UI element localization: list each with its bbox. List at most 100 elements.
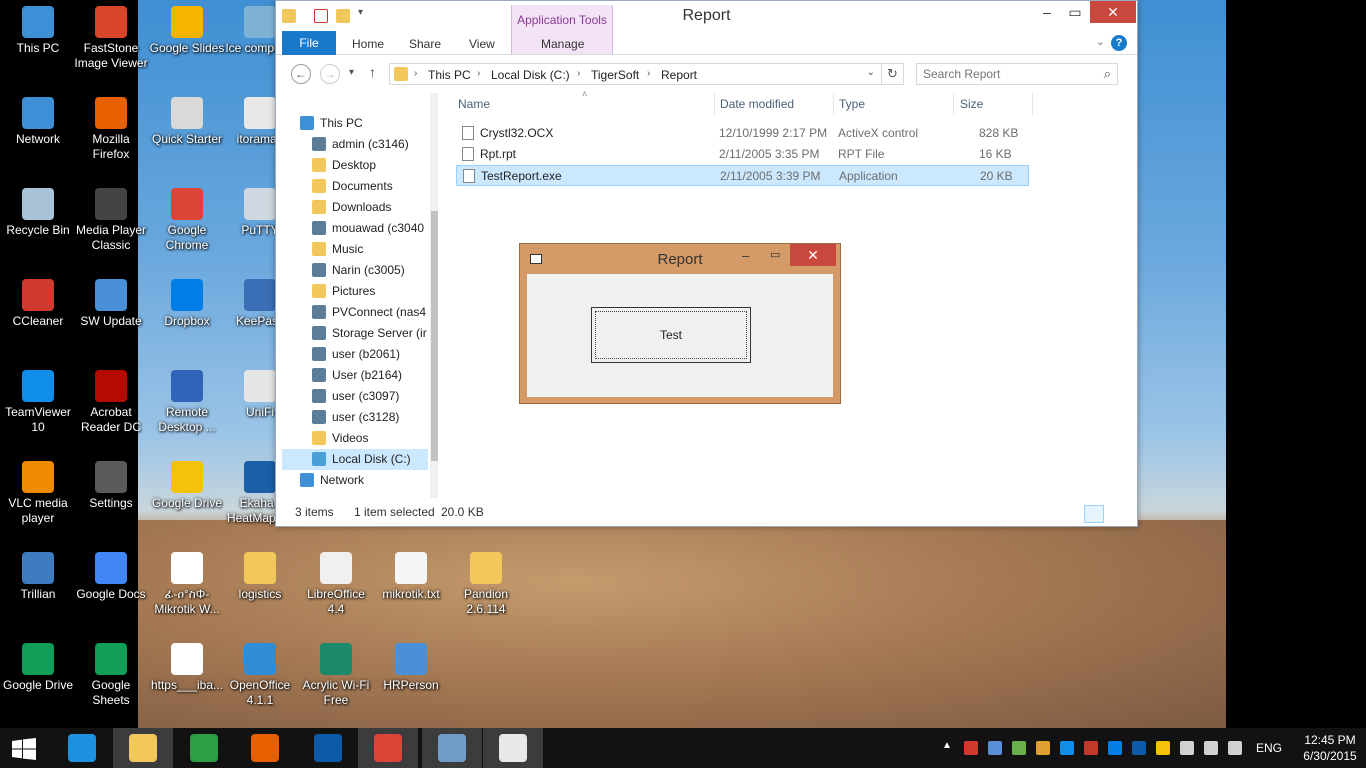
tab-manage[interactable]: Manage <box>541 37 584 51</box>
volume-icon[interactable] <box>1204 741 1218 755</box>
desktop-icon[interactable]: Mozilla Firefox <box>73 97 149 162</box>
help-icon[interactable]: ? <box>1111 35 1127 51</box>
column-header-size[interactable]: Size <box>960 97 983 111</box>
breadcrumb-tigersoft[interactable]: TigerSoft <box>591 68 639 82</box>
nav-item[interactable]: User (b2164) <box>282 365 428 386</box>
desktop-icon[interactable]: https___iba... <box>149 643 225 693</box>
address-dropdown-icon[interactable]: ⌄ <box>867 67 875 78</box>
chevron-right-icon[interactable]: › <box>477 68 480 79</box>
tab-share[interactable]: Share <box>409 37 441 51</box>
breadcrumb-this-pc[interactable]: This PC <box>428 68 471 82</box>
column-divider[interactable] <box>714 93 715 115</box>
nav-item[interactable]: Documents <box>282 176 428 197</box>
column-divider[interactable] <box>833 93 834 115</box>
wifi-icon[interactable] <box>1228 741 1242 755</box>
desktop-icon[interactable]: Settings <box>73 461 149 511</box>
test-button[interactable]: Test <box>591 307 751 363</box>
desktop-icon[interactable]: ፊ-ዐ°ስΦ-Mikrotik W... <box>149 552 225 617</box>
network-tray-icon[interactable] <box>988 741 1002 755</box>
taskbar-internet-explorer[interactable] <box>52 728 112 768</box>
acrobat-tray-icon[interactable] <box>964 741 978 755</box>
search-input[interactable] <box>923 67 1093 81</box>
desktop-icon[interactable]: Network <box>0 97 76 147</box>
forward-button[interactable]: → <box>320 64 340 84</box>
desktop-icon[interactable]: Quick Starter <box>149 97 225 147</box>
desktop-icon[interactable]: logistics <box>222 552 298 602</box>
search-icon[interactable]: ⌕ <box>1104 66 1111 82</box>
desktop-icon[interactable]: mikrotik.txt <box>373 552 449 602</box>
explorer-titlebar[interactable]: ▾ Application Tools Report – ▭ ✕ <box>276 1 1137 55</box>
column-divider[interactable] <box>953 93 954 115</box>
tab-view[interactable]: View <box>469 37 495 51</box>
up-button[interactable]: ↑ <box>369 64 376 80</box>
nav-item[interactable]: Downloads <box>282 197 428 218</box>
taskbar-firefox[interactable] <box>235 728 295 768</box>
desktop-icon[interactable]: Recycle Bin <box>0 188 76 238</box>
report-window[interactable]: Report – ▭ ✕ Test <box>519 243 841 404</box>
breadcrumb-report[interactable]: Report <box>661 68 697 82</box>
large-icons-view-button[interactable] <box>1107 505 1127 523</box>
column-header-type[interactable]: Type <box>839 97 865 111</box>
desktop-icon[interactable]: Acrobat Reader DC <box>73 370 149 435</box>
desktop-icon[interactable]: Google Slides <box>149 6 225 56</box>
nav-item[interactable]: This PC <box>282 113 428 134</box>
desktop-icon[interactable]: Pandion 2.6.114 <box>448 552 524 617</box>
nav-scrollbar[interactable] <box>430 93 438 498</box>
nav-item[interactable]: mouawad (c3040 <box>282 218 428 239</box>
chevron-right-icon[interactable]: › <box>414 68 417 79</box>
nav-item[interactable]: Music <box>282 239 428 260</box>
file-row[interactable]: TestReport.exe 2/11/2005 3:39 PM Applicati… <box>456 165 1029 186</box>
search-box[interactable]: ⌕ <box>916 63 1118 85</box>
antivirus-tray-icon[interactable] <box>1084 741 1098 755</box>
nav-item[interactable]: user (c3097) <box>282 386 428 407</box>
desktop-icon[interactable]: This PC <box>0 6 76 56</box>
column-header-name[interactable]: Name <box>458 97 490 111</box>
address-bar[interactable]: › This PC › Local Disk (C:) › TigerSoft … <box>389 63 882 85</box>
report-close-button[interactable]: ✕ <box>790 244 836 266</box>
clock-time[interactable]: 12:45 PM <box>1298 733 1362 747</box>
desktop-icon[interactable]: Trillian <box>0 552 76 602</box>
desktop-icon[interactable]: Google Chrome <box>149 188 225 253</box>
taskbar-report-app[interactable] <box>483 728 543 768</box>
refresh-button[interactable]: ↻ <box>882 63 904 85</box>
chevron-right-icon[interactable]: › <box>577 68 580 79</box>
desktop-icon[interactable]: Google Docs <box>73 552 149 602</box>
update-tray-icon[interactable] <box>1012 741 1026 755</box>
sync-tray-icon[interactable] <box>1036 741 1050 755</box>
nav-item[interactable]: Narin (c3005) <box>282 260 428 281</box>
nav-scrollbar-thumb[interactable] <box>431 211 438 461</box>
language-indicator[interactable]: ENG <box>1256 741 1282 755</box>
expand-ribbon-icon[interactable]: ⌄ <box>1096 35 1105 48</box>
desktop-icon[interactable]: FastStone Image Viewer <box>73 6 149 71</box>
nav-item[interactable]: Desktop <box>282 155 428 176</box>
desktop-icon[interactable]: HRPerson <box>373 643 449 693</box>
minimize-button[interactable]: – <box>1032 1 1062 23</box>
nav-item[interactable]: Pictures <box>282 281 428 302</box>
taskbar-store[interactable] <box>174 728 234 768</box>
breadcrumb-local-disk[interactable]: Local Disk (C:) <box>491 68 570 82</box>
nav-item[interactable]: Local Disk (C:) <box>282 449 428 470</box>
windows-start-icon[interactable] <box>12 738 36 760</box>
recent-locations-icon[interactable]: ▾ <box>349 67 354 78</box>
file-row[interactable]: Crystl32.OCX 12/10/1999 2:17 PM ActiveX co… <box>456 123 1029 144</box>
taskbar-outlook[interactable] <box>298 728 358 768</box>
desktop-icon[interactable]: CCleaner <box>0 279 76 329</box>
clock-date[interactable]: 6/30/2015 <box>1298 749 1362 763</box>
taskbar-chrome[interactable] <box>358 728 418 768</box>
nav-item[interactable]: Videos <box>282 428 428 449</box>
battery-tray-icon[interactable] <box>1180 741 1194 755</box>
maximize-button[interactable]: ▭ <box>1060 1 1090 23</box>
dropbox-tray-icon[interactable] <box>1108 741 1122 755</box>
desktop-icon[interactable]: Media Player Classic <box>73 188 149 253</box>
column-header-date[interactable]: Date modified <box>720 97 794 111</box>
tab-file[interactable]: File <box>282 31 336 55</box>
nav-item[interactable]: user (b2061) <box>282 344 428 365</box>
back-button[interactable]: ← <box>291 64 311 84</box>
outlook-tray-icon[interactable] <box>1132 741 1146 755</box>
details-view-button[interactable] <box>1084 505 1104 523</box>
desktop-icon[interactable]: LibreOffice 4.4 <box>298 552 374 617</box>
taskbar-file-explorer[interactable] <box>113 728 173 768</box>
desktop-icon[interactable]: Google Drive <box>149 461 225 511</box>
desktop-icon[interactable]: OpenOffice 4.1.1 <box>222 643 298 708</box>
nav-item[interactable]: PVConnect (nas4 <box>282 302 428 323</box>
